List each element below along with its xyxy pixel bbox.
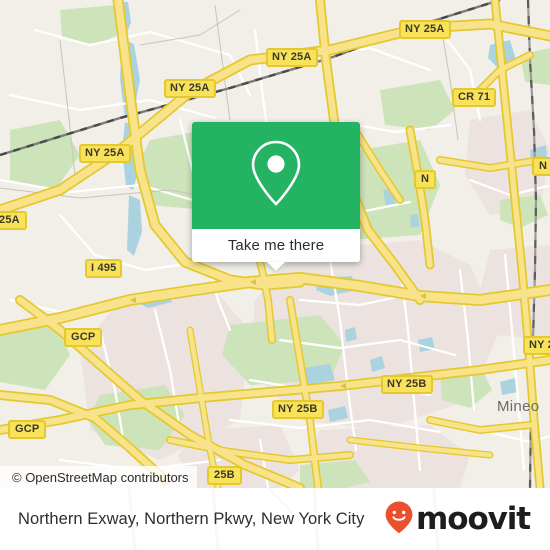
page-title: Northern Exway, Northern Pkwy, New York … bbox=[18, 509, 365, 528]
road-shield: NY 25A bbox=[399, 20, 451, 39]
moovit-wordmark: moovit bbox=[416, 500, 531, 537]
road-shield: NY 25B bbox=[381, 375, 433, 394]
moovit-pin-icon bbox=[384, 500, 414, 539]
road-shield: NY 25B bbox=[272, 400, 324, 419]
road-shield: CR 71 bbox=[452, 88, 497, 107]
map-pin-icon bbox=[248, 138, 304, 213]
moovit-logo[interactable]: moovit bbox=[384, 500, 531, 539]
road-shield: GCP bbox=[64, 328, 103, 347]
road-shield: NY 25A bbox=[164, 79, 216, 98]
road-shield: NY 25A bbox=[79, 144, 131, 163]
map-attribution[interactable]: © OpenStreetMap contributors bbox=[0, 466, 197, 488]
road-shield: NY 25A bbox=[266, 48, 318, 67]
road-shield: GCP bbox=[8, 420, 47, 439]
road-shield: 25A bbox=[0, 211, 27, 230]
road-shield: NY 2 bbox=[523, 336, 550, 355]
take-me-there-button[interactable]: Take me there bbox=[228, 237, 324, 254]
place-label: Mineo bbox=[497, 398, 540, 415]
map-canvas[interactable]: NY 25A NY 25A CR 71 NY 25A NY 25A 25A I 495 N N G… bbox=[0, 0, 550, 488]
popup-card-header bbox=[192, 122, 360, 229]
attribution-text: © OpenStreetMap contributors bbox=[12, 469, 189, 485]
moovit-map-screen: NY 25A NY 25A CR 71 NY 25A NY 25A 25A I 495 N N G… bbox=[0, 0, 550, 550]
popup-card-footer[interactable]: Take me there bbox=[192, 229, 360, 271]
bottom-info-bar: Northern Exway, Northern Pkwy, New York … bbox=[0, 488, 550, 550]
road-shield: I 495 bbox=[85, 259, 123, 278]
popup-pointer bbox=[267, 262, 285, 271]
road-shield: N bbox=[414, 170, 437, 189]
road-shield: 25B bbox=[207, 466, 242, 485]
road-shield: N bbox=[532, 157, 550, 176]
location-popup-card[interactable]: Take me there bbox=[192, 122, 360, 271]
